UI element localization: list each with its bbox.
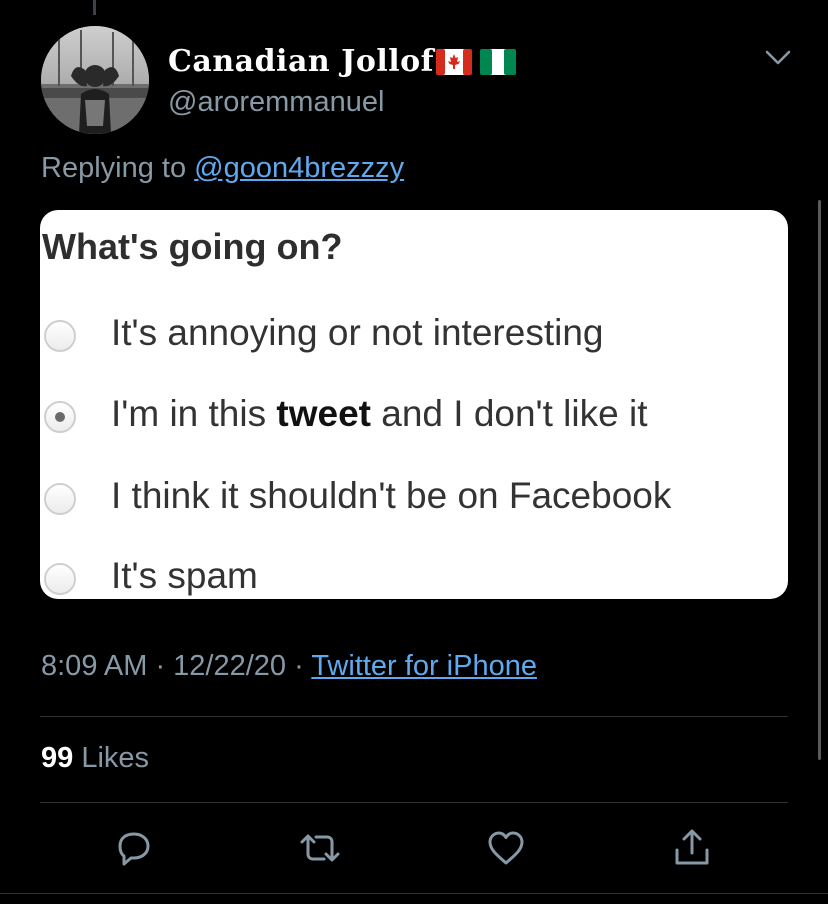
option-text-before: I'm in this xyxy=(111,393,277,434)
scrollbar[interactable] xyxy=(818,200,821,760)
image-option-in-tweet: I'm in this tweet and I don't like it xyxy=(40,389,788,449)
image-option-spam: It's spam xyxy=(40,551,788,599)
thread-connector-line xyxy=(93,0,96,15)
radio-selected-icon xyxy=(44,401,76,433)
option-text-bold: tweet xyxy=(276,393,371,434)
avatar-photo xyxy=(41,26,149,134)
likes-label: Likes xyxy=(73,742,150,774)
image-option-text: I'm in this tweet and I don't like it xyxy=(111,393,647,435)
image-option-text: It's spam xyxy=(111,555,258,596)
tweet-image[interactable]: What's going on? It's annoying or not in… xyxy=(40,210,788,599)
tweet-timestamp: 8:09 AM · 12/22/20 · xyxy=(41,650,312,682)
divider xyxy=(40,802,788,803)
user-handle[interactable]: @aroremmanuel xyxy=(168,86,384,119)
replying-to-line: Replying to @goon4brezzzy xyxy=(41,152,404,185)
retweet-button[interactable] xyxy=(298,826,342,870)
share-icon xyxy=(675,829,709,865)
option-text-after: and I don't like it xyxy=(370,393,648,434)
flag-emojis xyxy=(436,49,516,75)
image-option-facebook: I think it shouldn't be on Facebook xyxy=(40,471,788,531)
likes-count: 99 xyxy=(41,742,74,774)
tweet-source-link[interactable]: Twitter for iPhone xyxy=(311,650,537,682)
tweet-detail-view: Canadian Jollof @aroremmanuel Replying t… xyxy=(0,0,828,904)
radio-unselected-icon xyxy=(44,320,76,352)
canada-flag-icon xyxy=(436,49,472,75)
divider xyxy=(0,893,828,894)
reply-icon xyxy=(118,832,150,866)
likes-stat[interactable]: 99 Likes xyxy=(41,742,149,775)
replying-to-link[interactable]: @goon4brezzzy xyxy=(194,152,404,184)
radio-unselected-icon xyxy=(44,483,76,515)
like-button[interactable] xyxy=(484,826,528,870)
replying-to-label: Replying to xyxy=(41,152,195,184)
radio-dot xyxy=(55,412,65,422)
nigeria-flag-icon xyxy=(480,49,516,75)
like-icon xyxy=(488,831,524,865)
share-button[interactable] xyxy=(670,826,714,870)
divider xyxy=(40,716,788,717)
reply-button[interactable] xyxy=(112,826,156,870)
image-option-text: I think it shouldn't be on Facebook xyxy=(111,475,672,516)
image-option-annoying: It's annoying or not interesting xyxy=(40,308,788,368)
radio-unselected-icon xyxy=(44,563,76,595)
display-name[interactable]: Canadian Jollof xyxy=(168,44,434,79)
more-options-button[interactable] xyxy=(764,48,792,68)
avatar[interactable] xyxy=(41,26,149,134)
chevron-down-icon xyxy=(765,50,791,65)
image-title: What's going on? xyxy=(42,226,343,267)
retweet-icon xyxy=(300,834,340,862)
tweet-metadata: 8:09 AM · 12/22/20 · Twitter for iPhone xyxy=(41,650,537,683)
image-option-text: It's annoying or not interesting xyxy=(111,312,604,353)
